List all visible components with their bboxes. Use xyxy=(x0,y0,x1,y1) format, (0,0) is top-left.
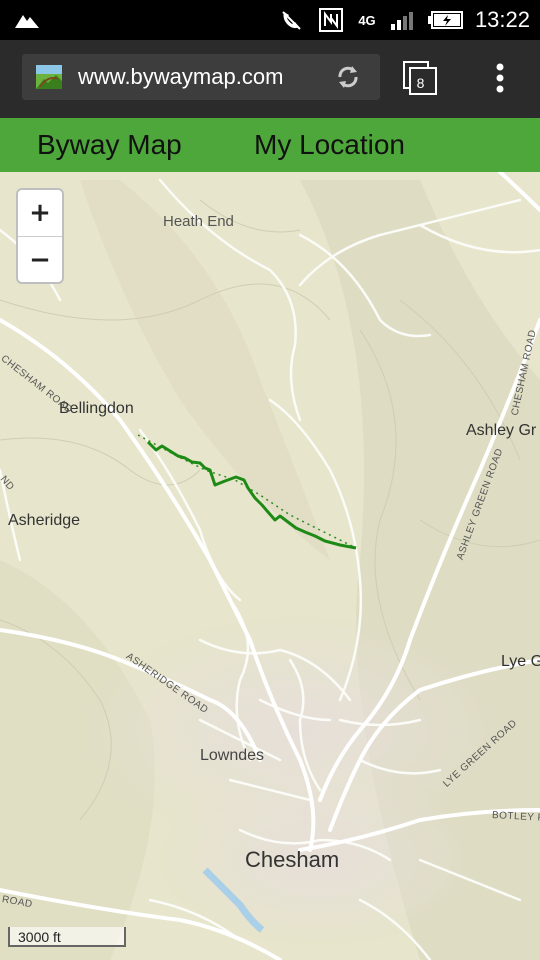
overflow-menu-icon[interactable] xyxy=(490,62,510,98)
zoom-control: + − xyxy=(16,188,64,284)
clock: 13:22 xyxy=(474,7,530,32)
place-asheridge: Asheridge xyxy=(8,512,81,529)
byway-map-link[interactable]: Byway Map xyxy=(37,118,182,172)
place-ashley-green: Ashley Gr xyxy=(466,422,537,439)
favicon-icon xyxy=(36,65,62,89)
app-header: Byway Map My Location xyxy=(0,118,540,172)
network-type: 4G xyxy=(358,12,376,28)
nfc-icon xyxy=(318,0,344,40)
place-chesham: Chesham xyxy=(245,847,340,872)
address-bar[interactable]: www.bywaymap.com xyxy=(22,54,380,100)
refresh-icon[interactable] xyxy=(334,63,362,91)
signal-icon xyxy=(388,0,420,40)
zoom-out-button[interactable]: − xyxy=(18,237,62,283)
mountain-icon xyxy=(14,0,40,40)
map-view[interactable]: Heath End Bellingdon Asheridge Ashley Gr… xyxy=(0,172,540,960)
battery-icon xyxy=(428,0,464,40)
place-lowndes: Lowndes xyxy=(200,747,265,764)
place-lye-green: Lye G xyxy=(501,653,540,670)
url-text[interactable]: www.bywaymap.com xyxy=(78,54,283,100)
place-heath-end: Heath End xyxy=(163,213,234,230)
map-base xyxy=(0,172,540,960)
status-bar: 4G 13:22 xyxy=(0,0,540,40)
browser-toolbar: www.bywaymap.com 8 xyxy=(0,40,540,118)
tab-count: 8 xyxy=(416,75,425,91)
zoom-in-button[interactable]: + xyxy=(18,190,62,237)
scale-bar: 3000 ft xyxy=(8,927,126,947)
mute-icon xyxy=(278,0,304,40)
my-location-link[interactable]: My Location xyxy=(254,118,405,172)
